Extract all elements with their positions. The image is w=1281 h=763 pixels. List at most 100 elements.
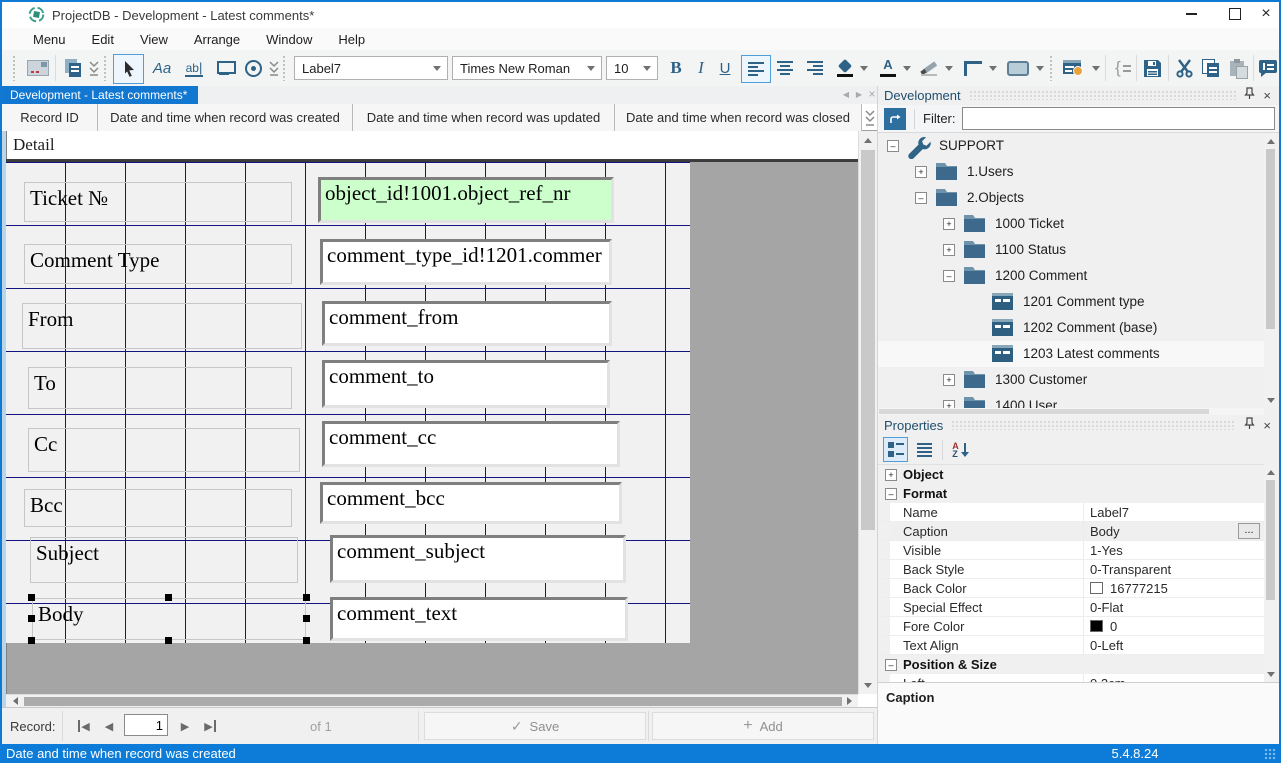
detail-band-header[interactable]: Detail xyxy=(6,131,858,159)
scroll-down-arrow[interactable] xyxy=(859,678,877,692)
list-view-button[interactable] xyxy=(912,437,937,462)
designer-hscroll-thumb[interactable] xyxy=(24,697,842,706)
font-color-dropdown[interactable] xyxy=(901,55,912,81)
close-panel-icon[interactable]: × xyxy=(1263,89,1271,102)
font-size-combo[interactable]: 10 xyxy=(606,56,658,80)
save-button[interactable] xyxy=(1139,55,1165,81)
property-row-name[interactable]: NameLabel7 xyxy=(878,503,1264,522)
selection-handle[interactable] xyxy=(28,615,35,622)
categorized-view-button[interactable] xyxy=(883,437,908,462)
property-value[interactable]: 0 xyxy=(1110,619,1117,634)
maximize-button[interactable] xyxy=(1220,2,1250,26)
properties-vscroll-thumb[interactable] xyxy=(1266,480,1275,600)
expand-plus-icon[interactable]: + xyxy=(943,218,955,230)
property-row-caption[interactable]: CaptionBody... xyxy=(878,522,1264,541)
pin-icon[interactable] xyxy=(1244,417,1255,433)
comment-button[interactable] xyxy=(1256,55,1280,81)
toolbar-drag-handle[interactable] xyxy=(12,55,17,81)
tree-hscrollbar[interactable] xyxy=(878,408,1264,415)
expand-plus-icon[interactable]: + xyxy=(885,469,897,481)
report-button[interactable] xyxy=(24,55,52,81)
border-button[interactable] xyxy=(960,55,986,81)
property-row-text-align[interactable]: Text Align0-Left xyxy=(878,636,1264,655)
highlight-button[interactable] xyxy=(918,55,942,81)
designer-label-3[interactable]: To xyxy=(28,367,292,409)
designer-field-3[interactable]: comment_to xyxy=(322,360,610,408)
expand-plus-icon[interactable]: + xyxy=(943,244,955,256)
field-list-button[interactable]: { xyxy=(1110,55,1136,81)
menu-item-window[interactable]: Window xyxy=(253,32,325,47)
menu-item-edit[interactable]: Edit xyxy=(79,32,127,47)
property-section-object[interactable]: +Object xyxy=(878,465,1264,484)
property-row-special-effect[interactable]: Special Effect0-Flat xyxy=(878,598,1264,617)
designer-label-4[interactable]: Cc xyxy=(28,428,300,472)
properties-vscrollbar[interactable] xyxy=(1264,464,1278,682)
ellipsis-button[interactable]: ... xyxy=(1238,523,1260,539)
expand-plus-icon[interactable]: + xyxy=(943,374,955,386)
copy-button[interactable] xyxy=(1198,55,1224,81)
tree-vscrollbar[interactable] xyxy=(1264,133,1278,408)
form-view-button[interactable] xyxy=(1058,55,1088,81)
selection-handle[interactable] xyxy=(28,637,35,644)
menu-item-view[interactable]: View xyxy=(127,32,181,47)
properties-panel-header[interactable]: Properties × xyxy=(878,416,1279,434)
italic-button[interactable]: I xyxy=(690,55,712,81)
designer-field-4[interactable]: comment_cc xyxy=(322,421,620,467)
font-color-button[interactable]: A xyxy=(876,55,900,81)
property-value[interactable]: 0-Left xyxy=(1090,638,1123,653)
designer-vscroll-thumb[interactable] xyxy=(861,150,875,530)
tree-item-1100-status[interactable]: +1100 Status xyxy=(878,237,1264,263)
selection-handle[interactable] xyxy=(303,637,310,644)
column-overflow-button[interactable] xyxy=(863,106,877,130)
tree-item-support[interactable]: –SUPPORT xyxy=(878,133,1264,159)
designer-label-7[interactable]: Body xyxy=(32,598,306,640)
selection-handle[interactable] xyxy=(28,594,35,601)
tab-development[interactable]: Development - Latest comments* xyxy=(2,86,198,104)
selection-handle[interactable] xyxy=(165,637,172,644)
save-record-button[interactable]: ✓Save xyxy=(424,712,646,740)
scroll-down-arrow[interactable] xyxy=(1264,394,1277,406)
paste-button[interactable] xyxy=(1225,55,1251,81)
collapse-minus-icon[interactable]: – xyxy=(885,488,897,500)
property-value[interactable]: 16777215 xyxy=(1110,581,1168,596)
form-view-dropdown[interactable] xyxy=(1090,55,1101,81)
select-tool-button[interactable] xyxy=(113,54,144,84)
scroll-left-arrow[interactable] xyxy=(8,695,22,707)
tab-scroll-right-icon[interactable]: ▶ xyxy=(853,87,865,101)
designer-vscrollbar[interactable] xyxy=(858,131,878,694)
shape-dropdown[interactable] xyxy=(1034,55,1045,81)
property-row-back-color[interactable]: Back Color16777215 xyxy=(878,579,1264,598)
font-combo[interactable]: Times New Roman xyxy=(452,56,602,80)
record-prev-button[interactable]: ◀ xyxy=(98,714,120,738)
designer-field-7[interactable]: comment_text xyxy=(330,597,628,641)
designer-field-1[interactable]: comment_type_id!1201.commer xyxy=(320,239,612,285)
tree-item-1200-comment[interactable]: –1200 Comment xyxy=(878,263,1264,289)
label-tool-button[interactable]: Aa xyxy=(148,55,176,81)
close-panel-icon[interactable]: × xyxy=(1263,419,1271,432)
column-header-3[interactable]: Date and time when record was closed xyxy=(615,104,862,131)
designer-field-0[interactable]: object_id!1001.object_ref_nr xyxy=(318,177,614,223)
tree-item-1202-comment-base-[interactable]: 1202 Comment (base) xyxy=(878,315,1264,341)
tab-scroll-left-icon[interactable]: ◀ xyxy=(840,87,852,101)
designer-field-5[interactable]: comment_bcc xyxy=(320,482,622,524)
property-row-fore-color[interactable]: Fore Color0 xyxy=(878,617,1264,636)
collapse-minus-icon[interactable]: – xyxy=(887,140,899,152)
tree-item-1000-ticket[interactable]: +1000 Ticket xyxy=(878,211,1264,237)
align-center-button[interactable] xyxy=(771,55,799,81)
toolbar-drag-handle-2[interactable] xyxy=(103,55,108,81)
collapse-minus-icon[interactable]: – xyxy=(885,659,897,671)
designer-field-6[interactable]: comment_subject xyxy=(330,535,626,583)
designer-label-0[interactable]: Ticket № xyxy=(24,182,292,222)
property-section-format[interactable]: –Format xyxy=(878,484,1264,503)
property-section-position-size[interactable]: –Position & Size xyxy=(878,655,1264,674)
shape-button[interactable] xyxy=(1003,55,1033,81)
development-panel-header[interactable]: Development × xyxy=(878,86,1279,104)
property-value[interactable]: 0-Flat xyxy=(1090,600,1123,615)
highlight-dropdown[interactable] xyxy=(943,55,954,81)
radio-tool-button[interactable] xyxy=(240,55,266,81)
designer-field-2[interactable]: comment_from xyxy=(322,301,612,346)
toolbar-drag-handle-4[interactable] xyxy=(1049,55,1054,81)
record-last-button[interactable]: ▶ xyxy=(198,714,222,738)
tree-hscroll-thumb[interactable] xyxy=(879,409,1209,414)
tree-item-1203-latest-comments[interactable]: 1203 Latest comments xyxy=(878,341,1264,367)
